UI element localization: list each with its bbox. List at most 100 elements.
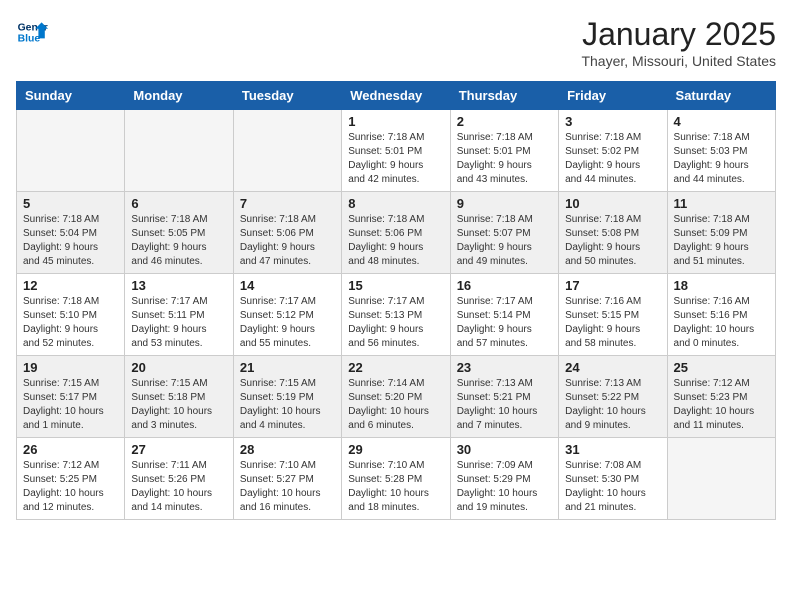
day-info: Sunrise: 7:18 AM Sunset: 5:04 PM Dayligh…: [23, 213, 118, 269]
calendar-cell: 23 Sunrise: 7:13 AM Sunset: 5:21 PM Dayli…: [450, 356, 558, 438]
day-info: Sunrise: 7:14 AM Sunset: 5:20 PM Dayligh…: [348, 377, 443, 433]
day-info: Sunrise: 7:08 AM Sunset: 5:30 PM Dayligh…: [565, 459, 660, 515]
title-block: January 2025 Thayer, Missouri, United St…: [581, 16, 776, 69]
logo: General Blue: [16, 16, 48, 48]
day-number: 3: [565, 114, 660, 129]
calendar-cell: 22 Sunrise: 7:14 AM Sunset: 5:20 PM Dayli…: [342, 356, 450, 438]
calendar-cell: 4Sunrise: 7:18 AM Sunset: 5:03 PM Daylig…: [667, 110, 775, 192]
day-info: Sunrise: 7:15 AM Sunset: 5:19 PM Dayligh…: [240, 377, 335, 433]
day-info: Sunrise: 7:17 AM Sunset: 5:11 PM Dayligh…: [131, 295, 226, 351]
logo-icon: General Blue: [16, 16, 48, 48]
calendar-cell: 13 Sunrise: 7:17 AM Sunset: 5:11 PM Dayli…: [125, 274, 233, 356]
calendar-cell: 20Sunrise: 7:15 AM Sunset: 5:18 PM Dayli…: [125, 356, 233, 438]
calendar-cell: 7 Sunrise: 7:18 AM Sunset: 5:06 PM Daylig…: [233, 192, 341, 274]
calendar-table: SundayMondayTuesdayWednesdayThursdayFrid…: [16, 81, 776, 520]
calendar-cell: 16 Sunrise: 7:17 AM Sunset: 5:14 PM Dayli…: [450, 274, 558, 356]
calendar-cell: 21 Sunrise: 7:15 AM Sunset: 5:19 PM Dayli…: [233, 356, 341, 438]
month-year-title: January 2025: [581, 16, 776, 53]
week-row-3: 12 Sunrise: 7:18 AM Sunset: 5:10 PM Dayli…: [17, 274, 776, 356]
weekday-header-saturday: Saturday: [667, 82, 775, 110]
weekday-header-monday: Monday: [125, 82, 233, 110]
weekday-header-thursday: Thursday: [450, 82, 558, 110]
day-info: Sunrise: 7:17 AM Sunset: 5:13 PM Dayligh…: [348, 295, 443, 351]
day-info: Sunrise: 7:18 AM Sunset: 5:08 PM Dayligh…: [565, 213, 660, 269]
calendar-cell: [233, 110, 341, 192]
day-number: 5: [23, 196, 118, 211]
calendar-cell: [667, 438, 775, 520]
day-info: Sunrise: 7:10 AM Sunset: 5:28 PM Dayligh…: [348, 459, 443, 515]
day-number: 15: [348, 278, 443, 293]
calendar-cell: 28Sunrise: 7:10 AM Sunset: 5:27 PM Dayli…: [233, 438, 341, 520]
weekday-header-row: SundayMondayTuesdayWednesdayThursdayFrid…: [17, 82, 776, 110]
calendar-cell: 26 Sunrise: 7:12 AM Sunset: 5:25 PM Dayli…: [17, 438, 125, 520]
day-info: Sunrise: 7:13 AM Sunset: 5:22 PM Dayligh…: [565, 377, 660, 433]
calendar-cell: 27Sunrise: 7:11 AM Sunset: 5:26 PM Dayli…: [125, 438, 233, 520]
calendar-cell: 10 Sunrise: 7:18 AM Sunset: 5:08 PM Dayli…: [559, 192, 667, 274]
day-info: Sunrise: 7:16 AM Sunset: 5:16 PM Dayligh…: [674, 295, 769, 351]
day-number: 17: [565, 278, 660, 293]
day-number: 8: [348, 196, 443, 211]
day-info: Sunrise: 7:18 AM Sunset: 5:09 PM Dayligh…: [674, 213, 769, 269]
day-info: Sunrise: 7:18 AM Sunset: 5:05 PM Dayligh…: [131, 213, 226, 269]
day-info: Sunrise: 7:17 AM Sunset: 5:14 PM Dayligh…: [457, 295, 552, 351]
calendar-cell: 30Sunrise: 7:09 AM Sunset: 5:29 PM Dayli…: [450, 438, 558, 520]
day-number: 27: [131, 442, 226, 457]
week-row-5: 26 Sunrise: 7:12 AM Sunset: 5:25 PM Dayli…: [17, 438, 776, 520]
calendar-cell: 29 Sunrise: 7:10 AM Sunset: 5:28 PM Dayli…: [342, 438, 450, 520]
calendar-cell: 3 Sunrise: 7:18 AM Sunset: 5:02 PM Daylig…: [559, 110, 667, 192]
calendar-cell: 17 Sunrise: 7:16 AM Sunset: 5:15 PM Dayli…: [559, 274, 667, 356]
day-info: Sunrise: 7:18 AM Sunset: 5:06 PM Dayligh…: [240, 213, 335, 269]
day-info: Sunrise: 7:18 AM Sunset: 5:01 PM Dayligh…: [457, 131, 552, 187]
week-row-4: 19Sunrise: 7:15 AM Sunset: 5:17 PM Dayli…: [17, 356, 776, 438]
day-info: Sunrise: 7:13 AM Sunset: 5:21 PM Dayligh…: [457, 377, 552, 433]
weekday-header-friday: Friday: [559, 82, 667, 110]
day-info: Sunrise: 7:18 AM Sunset: 5:07 PM Dayligh…: [457, 213, 552, 269]
day-info: Sunrise: 7:10 AM Sunset: 5:27 PM Dayligh…: [240, 459, 335, 515]
day-number: 25: [674, 360, 769, 375]
day-number: 13: [131, 278, 226, 293]
day-info: Sunrise: 7:18 AM Sunset: 5:02 PM Dayligh…: [565, 131, 660, 187]
page-header: General Blue January 2025 Thayer, Missou…: [16, 16, 776, 69]
day-number: 6: [131, 196, 226, 211]
day-info: Sunrise: 7:12 AM Sunset: 5:23 PM Dayligh…: [674, 377, 769, 433]
day-number: 2: [457, 114, 552, 129]
day-number: 18: [674, 278, 769, 293]
week-row-2: 5 Sunrise: 7:18 AM Sunset: 5:04 PM Daylig…: [17, 192, 776, 274]
day-info: Sunrise: 7:12 AM Sunset: 5:25 PM Dayligh…: [23, 459, 118, 515]
day-number: 31: [565, 442, 660, 457]
day-number: 29: [348, 442, 443, 457]
calendar-cell: [125, 110, 233, 192]
day-number: 10: [565, 196, 660, 211]
calendar-cell: 18 Sunrise: 7:16 AM Sunset: 5:16 PM Dayli…: [667, 274, 775, 356]
calendar-cell: 19Sunrise: 7:15 AM Sunset: 5:17 PM Dayli…: [17, 356, 125, 438]
calendar-cell: 12 Sunrise: 7:18 AM Sunset: 5:10 PM Dayli…: [17, 274, 125, 356]
weekday-header-wednesday: Wednesday: [342, 82, 450, 110]
calendar-cell: [17, 110, 125, 192]
day-number: 12: [23, 278, 118, 293]
calendar-cell: 6 Sunrise: 7:18 AM Sunset: 5:05 PM Daylig…: [125, 192, 233, 274]
day-number: 16: [457, 278, 552, 293]
day-number: 24: [565, 360, 660, 375]
day-info: Sunrise: 7:15 AM Sunset: 5:18 PM Dayligh…: [131, 377, 226, 433]
day-number: 23: [457, 360, 552, 375]
calendar-cell: 2 Sunrise: 7:18 AM Sunset: 5:01 PM Daylig…: [450, 110, 558, 192]
day-number: 14: [240, 278, 335, 293]
day-number: 7: [240, 196, 335, 211]
day-info: Sunrise: 7:16 AM Sunset: 5:15 PM Dayligh…: [565, 295, 660, 351]
calendar-cell: 1Sunrise: 7:18 AM Sunset: 5:01 PM Daylig…: [342, 110, 450, 192]
day-info: Sunrise: 7:18 AM Sunset: 5:10 PM Dayligh…: [23, 295, 118, 351]
week-row-1: 1Sunrise: 7:18 AM Sunset: 5:01 PM Daylig…: [17, 110, 776, 192]
day-info: Sunrise: 7:17 AM Sunset: 5:12 PM Dayligh…: [240, 295, 335, 351]
day-number: 21: [240, 360, 335, 375]
day-number: 4: [674, 114, 769, 129]
day-number: 26: [23, 442, 118, 457]
calendar-cell: 9 Sunrise: 7:18 AM Sunset: 5:07 PM Daylig…: [450, 192, 558, 274]
day-number: 9: [457, 196, 552, 211]
calendar-cell: 11Sunrise: 7:18 AM Sunset: 5:09 PM Dayli…: [667, 192, 775, 274]
calendar-cell: 24 Sunrise: 7:13 AM Sunset: 5:22 PM Dayli…: [559, 356, 667, 438]
day-info: Sunrise: 7:18 AM Sunset: 5:06 PM Dayligh…: [348, 213, 443, 269]
day-info: Sunrise: 7:18 AM Sunset: 5:01 PM Dayligh…: [348, 131, 443, 187]
day-number: 19: [23, 360, 118, 375]
weekday-header-tuesday: Tuesday: [233, 82, 341, 110]
day-number: 22: [348, 360, 443, 375]
